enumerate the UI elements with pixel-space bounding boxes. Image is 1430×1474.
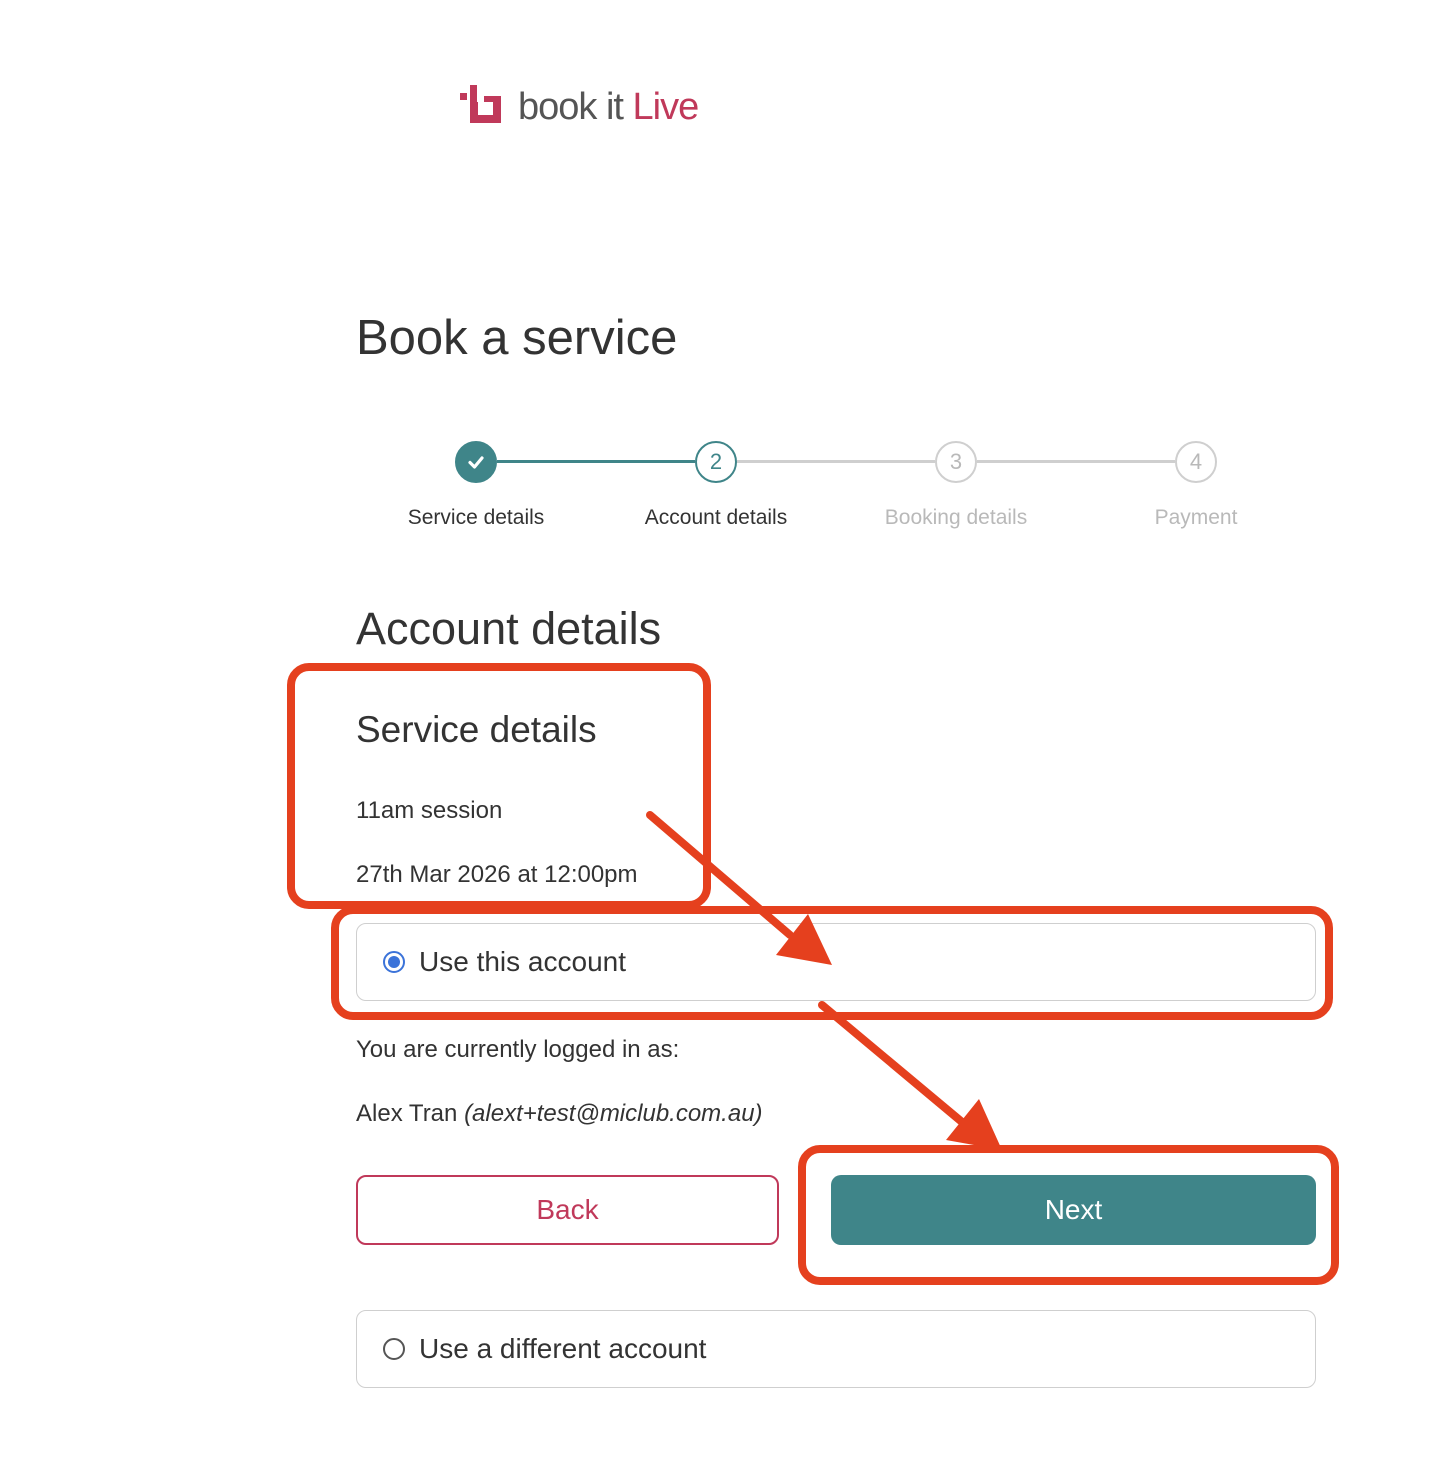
- logo-text: book it Live: [518, 86, 700, 128]
- step-3-label: Booking details: [884, 506, 1028, 529]
- stepper-connector-3: [977, 460, 1175, 463]
- user-email: (alext+test@miclub.com.au): [464, 1100, 763, 1127]
- step-2-circle[interactable]: 2: [695, 441, 737, 483]
- logo-mark-icon: [460, 85, 506, 129]
- use-this-account-radio[interactable]: [383, 951, 405, 973]
- stepper-connector-1: [497, 460, 695, 463]
- next-button[interactable]: Next: [831, 1175, 1316, 1245]
- step-4-label: Payment: [1154, 506, 1238, 529]
- check-icon: [468, 456, 484, 469]
- step-4-circle: 4: [1175, 441, 1217, 483]
- stepper-connector-2: [737, 460, 935, 463]
- annotation-arrow-2-head: [946, 1099, 1002, 1150]
- logged-in-text: You are currently logged in as:: [356, 1036, 680, 1063]
- service-details-heading: Service details: [356, 709, 597, 750]
- annotation-arrows: [646, 811, 1002, 1150]
- page-title: Book a service: [356, 311, 678, 365]
- service-session: 11am session: [356, 797, 503, 824]
- account-details-heading: Account details: [356, 603, 662, 654]
- use-different-account-option[interactable]: Use a different account: [356, 1310, 1316, 1388]
- step-3-circle: 3: [935, 441, 977, 483]
- service-datetime: 27th Mar 2026 at 12:00pm: [356, 861, 638, 888]
- logo-text-main: book it: [518, 86, 633, 128]
- use-different-account-label: Use a different account: [419, 1333, 707, 1364]
- step-1-circle[interactable]: [455, 441, 497, 483]
- use-different-account-radio[interactable]: [383, 1338, 405, 1360]
- step-2-label: Account details: [644, 506, 788, 529]
- logged-in-user: Alex Tran (alext+test@miclub.com.au): [356, 1100, 763, 1128]
- bookitlive-logo: book it Live: [460, 82, 700, 132]
- annotation-arrow-1-shaft: [646, 811, 794, 939]
- step-1-label[interactable]: Service details: [356, 506, 596, 530]
- user-name: Alex Tran: [356, 1100, 458, 1127]
- use-this-account-label: Use this account: [419, 946, 626, 977]
- annotation-arrow-2-shaft: [818, 1001, 966, 1126]
- logo-text-accent: Live: [632, 86, 700, 128]
- back-button[interactable]: Back: [356, 1175, 779, 1245]
- use-this-account-option[interactable]: Use this account: [356, 923, 1316, 1001]
